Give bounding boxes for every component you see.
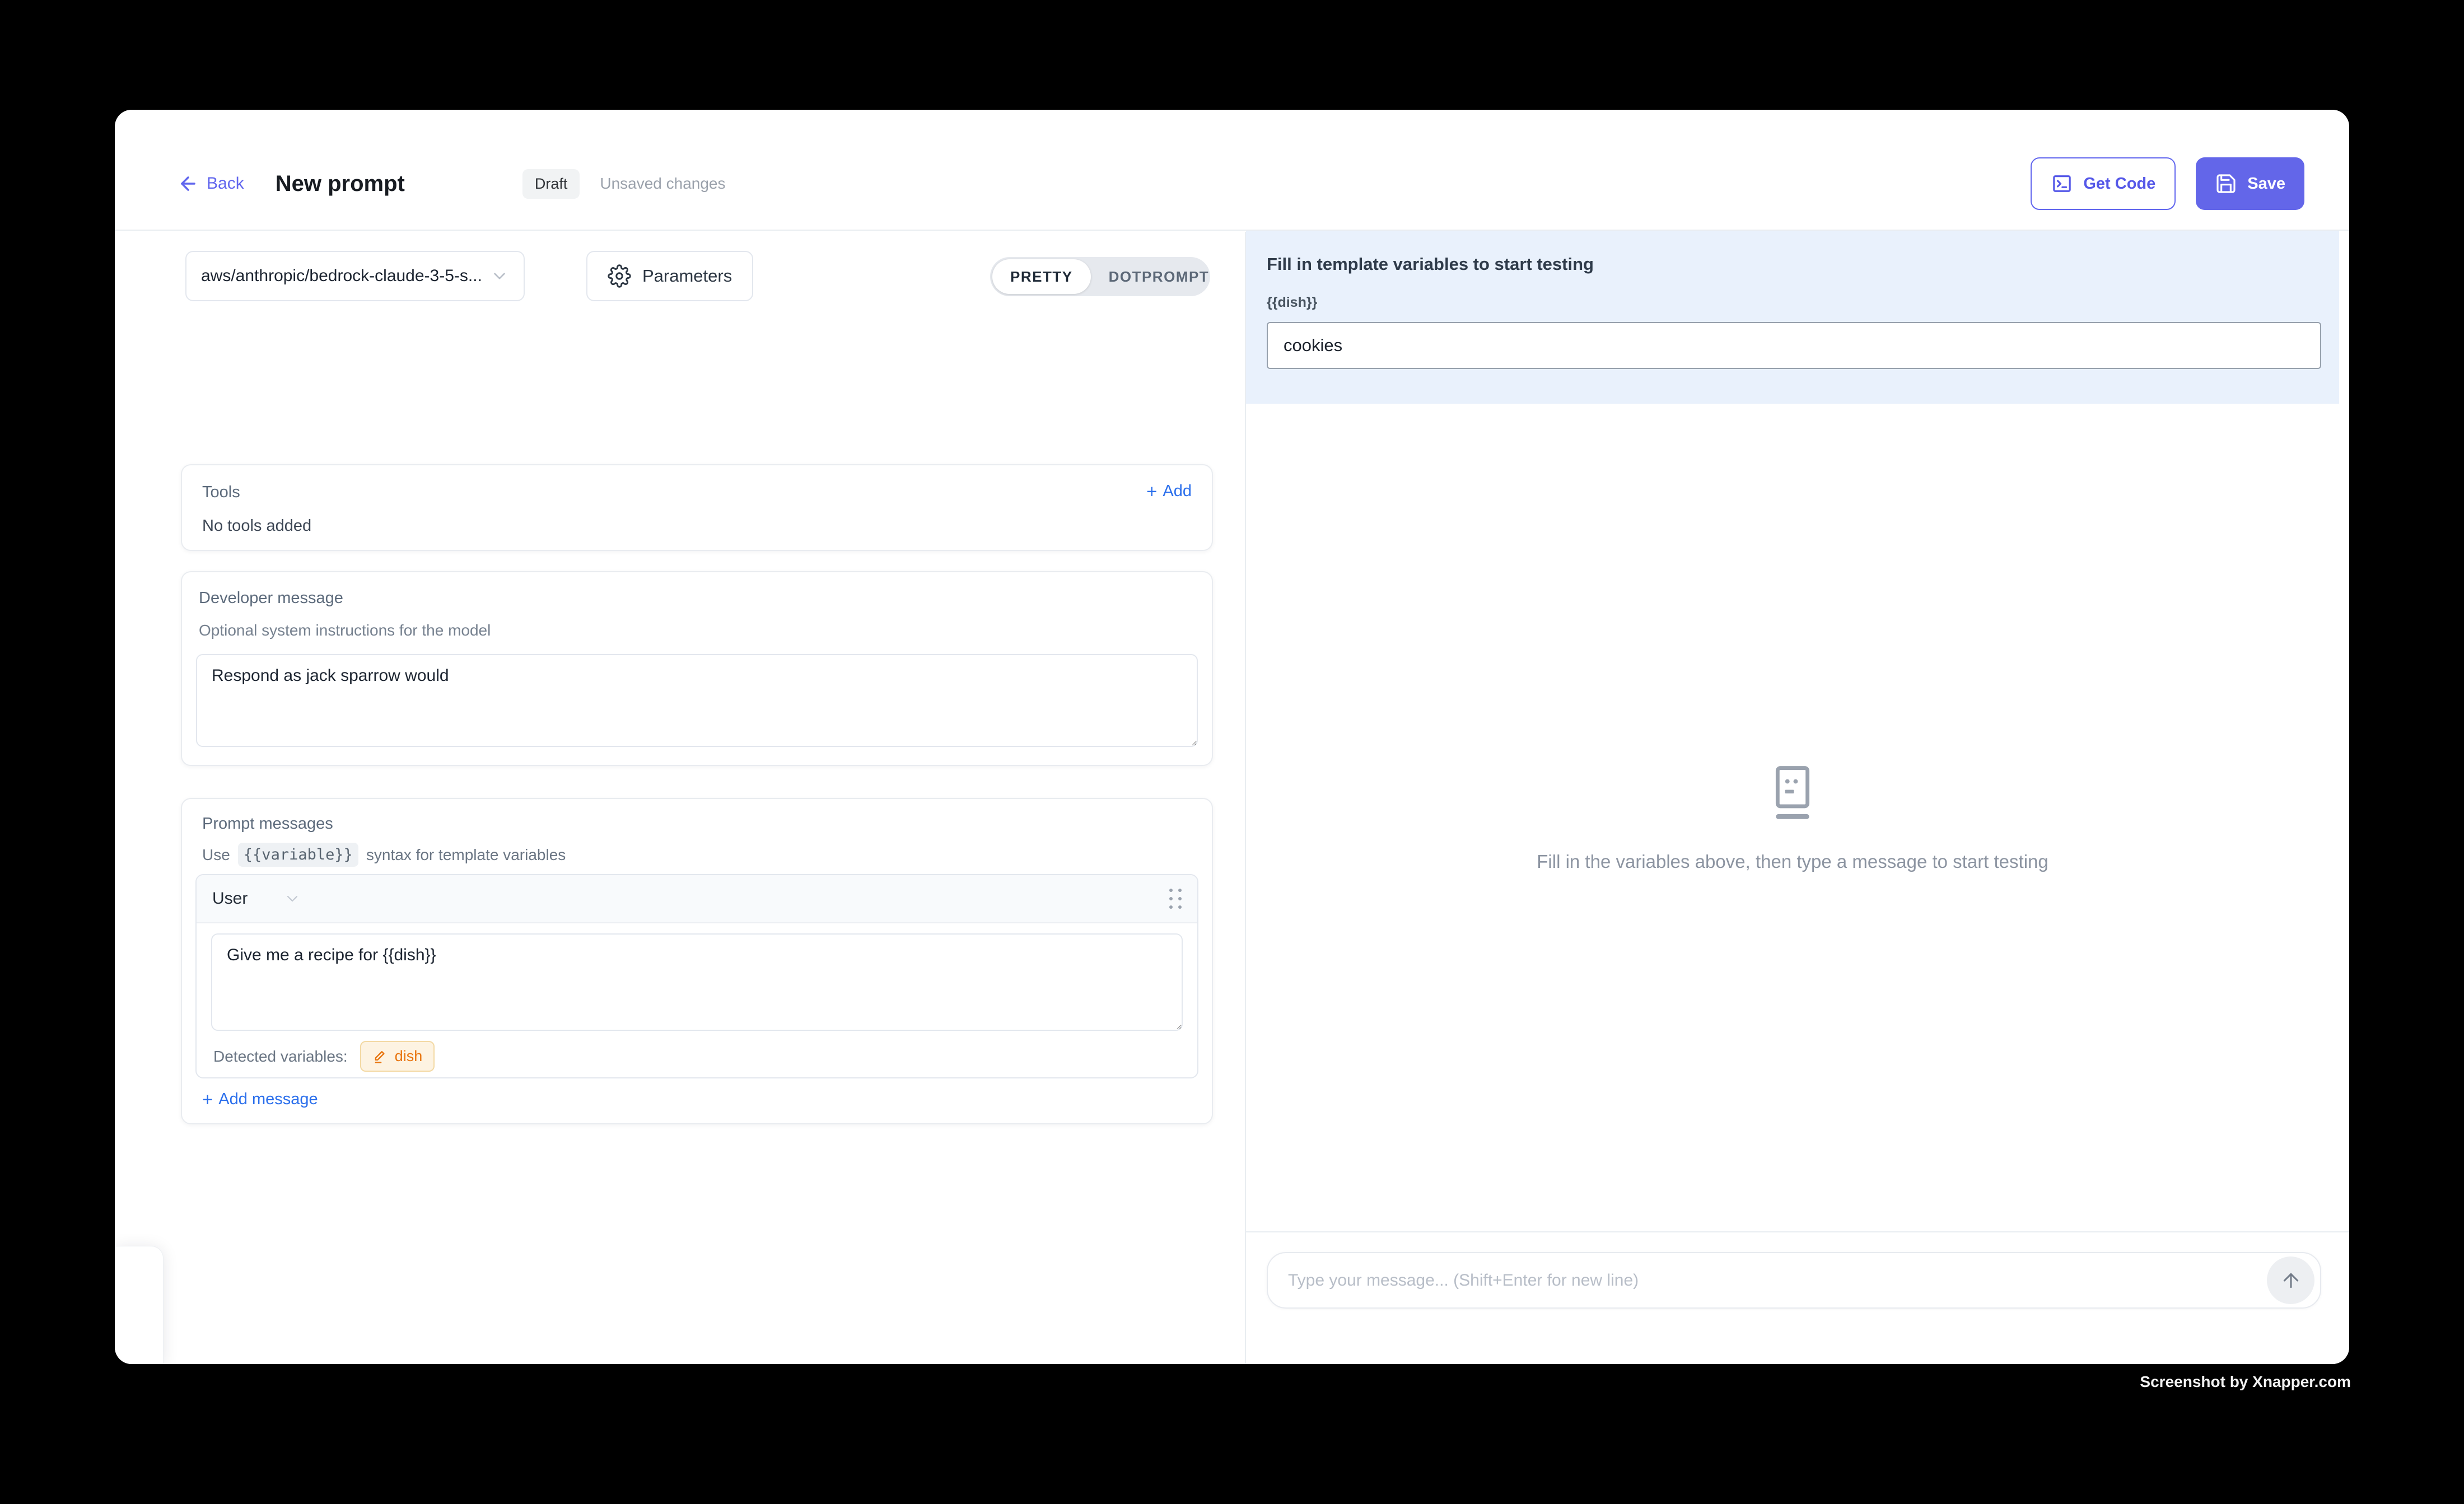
message-block: User Give me a recipe for {{dish}} Detec… — [195, 874, 1198, 1078]
add-tool-button[interactable]: + Add — [1146, 482, 1192, 501]
terminal-icon — [2051, 172, 2073, 195]
tools-card: Tools + Add No tools added — [181, 464, 1213, 551]
chevron-down-icon[interactable] — [283, 890, 301, 908]
model-selector-value: aws/anthropic/bedrock-claude-3-5-s... — [201, 267, 482, 286]
unsaved-changes-text: Unsaved changes — [600, 175, 725, 193]
prompt-messages-card: Prompt messages Use {{variable}} syntax … — [181, 798, 1213, 1124]
back-button[interactable]: Back — [178, 173, 244, 194]
empty-state-text: Fill in the variables above, then type a… — [1537, 851, 2048, 872]
developer-message-title: Developer message — [199, 589, 343, 608]
role-select-value[interactable]: User — [212, 889, 248, 908]
plus-icon: + — [202, 1090, 213, 1109]
save-label: Save — [2247, 175, 2285, 193]
add-message-button[interactable]: + Add message — [202, 1090, 318, 1109]
tools-card-title: Tools — [202, 483, 240, 502]
chat-empty-state: Fill in the variables above, then type a… — [1246, 405, 2339, 1231]
template-variables-panel: Fill in template variables to start test… — [1246, 231, 2339, 404]
chat-input-divider — [1246, 1231, 2349, 1232]
tester-title: Fill in template variables to start test… — [1267, 254, 1594, 274]
watermark-text: Screenshot by Xnapper.com — [2140, 1373, 2351, 1391]
desktop-background: Back New prompt Draft Unsaved changes Ge… — [0, 0, 2464, 1504]
plus-icon: + — [1146, 482, 1157, 501]
get-code-label: Get Code — [2083, 175, 2155, 193]
toggle-option-dotprompt[interactable]: DOTPROMPT — [1091, 259, 1228, 294]
parameters-button[interactable]: Parameters — [586, 251, 753, 301]
draft-badge: Draft — [522, 169, 580, 199]
save-icon — [2215, 172, 2237, 195]
corner-popover — [115, 1246, 164, 1364]
tools-empty-text: No tools added — [202, 517, 311, 535]
developer-message-card: Developer message Optional system instru… — [181, 571, 1213, 766]
drag-handle-icon[interactable] — [1169, 889, 1182, 909]
page-title: New prompt — [276, 171, 405, 197]
prompt-tester-panel: Fill in template variables to start test… — [1246, 232, 2349, 1364]
header: Back New prompt Draft Unsaved changes Ge… — [115, 110, 2349, 231]
app-window: Back New prompt Draft Unsaved changes Ge… — [115, 110, 2349, 1364]
get-code-button[interactable]: Get Code — [2031, 157, 2176, 210]
prompt-editor-panel: aws/anthropic/bedrock-claude-3-5-s... Pa… — [115, 232, 1245, 1364]
variable-name-label: {{dish}} — [1267, 295, 1317, 311]
detected-variables-label: Detected variables: — [213, 1048, 348, 1066]
robot-face-icon — [1770, 764, 1816, 822]
back-label: Back — [207, 174, 244, 193]
variable-chip-dish[interactable]: dish — [360, 1041, 435, 1072]
add-message-label: Add message — [218, 1090, 318, 1109]
toggle-option-pretty[interactable]: PRETTY — [992, 259, 1091, 294]
chat-message-input[interactable] — [1287, 1271, 2267, 1291]
add-tool-label: Add — [1163, 482, 1192, 501]
save-button[interactable]: Save — [2196, 157, 2304, 210]
gear-icon — [608, 264, 631, 288]
developer-message-subtitle: Optional system instructions for the mod… — [199, 622, 491, 639]
detected-variables-row: Detected variables: dish — [213, 1041, 435, 1072]
variable-value-input[interactable] — [1267, 322, 2321, 369]
hint-prefix: Use — [202, 846, 230, 864]
send-message-button[interactable] — [2267, 1257, 2314, 1304]
message-content-textarea[interactable]: Give me a recipe for {{dish}} — [211, 933, 1183, 1031]
parameters-label: Parameters — [642, 266, 732, 286]
model-selector[interactable]: aws/anthropic/bedrock-claude-3-5-s... — [185, 251, 525, 301]
pencil-edit-icon — [372, 1049, 388, 1064]
hint-suffix: syntax for template variables — [366, 846, 566, 864]
chevron-down-icon — [490, 267, 509, 286]
variable-chip-label: dish — [395, 1048, 423, 1065]
arrow-up-icon — [2280, 1269, 2302, 1292]
template-syntax-hint: Use {{variable}} syntax for template var… — [202, 843, 566, 867]
variable-syntax-chip: {{variable}} — [238, 843, 358, 867]
prompt-messages-title: Prompt messages — [202, 815, 333, 833]
view-mode-toggle: PRETTY DOTPROMPT — [990, 257, 1210, 296]
message-role-header: User — [197, 875, 1197, 923]
chat-input-bar — [1267, 1252, 2321, 1309]
arrow-left-icon — [178, 173, 199, 194]
developer-message-textarea[interactable]: Respond as jack sparrow would — [196, 654, 1198, 747]
